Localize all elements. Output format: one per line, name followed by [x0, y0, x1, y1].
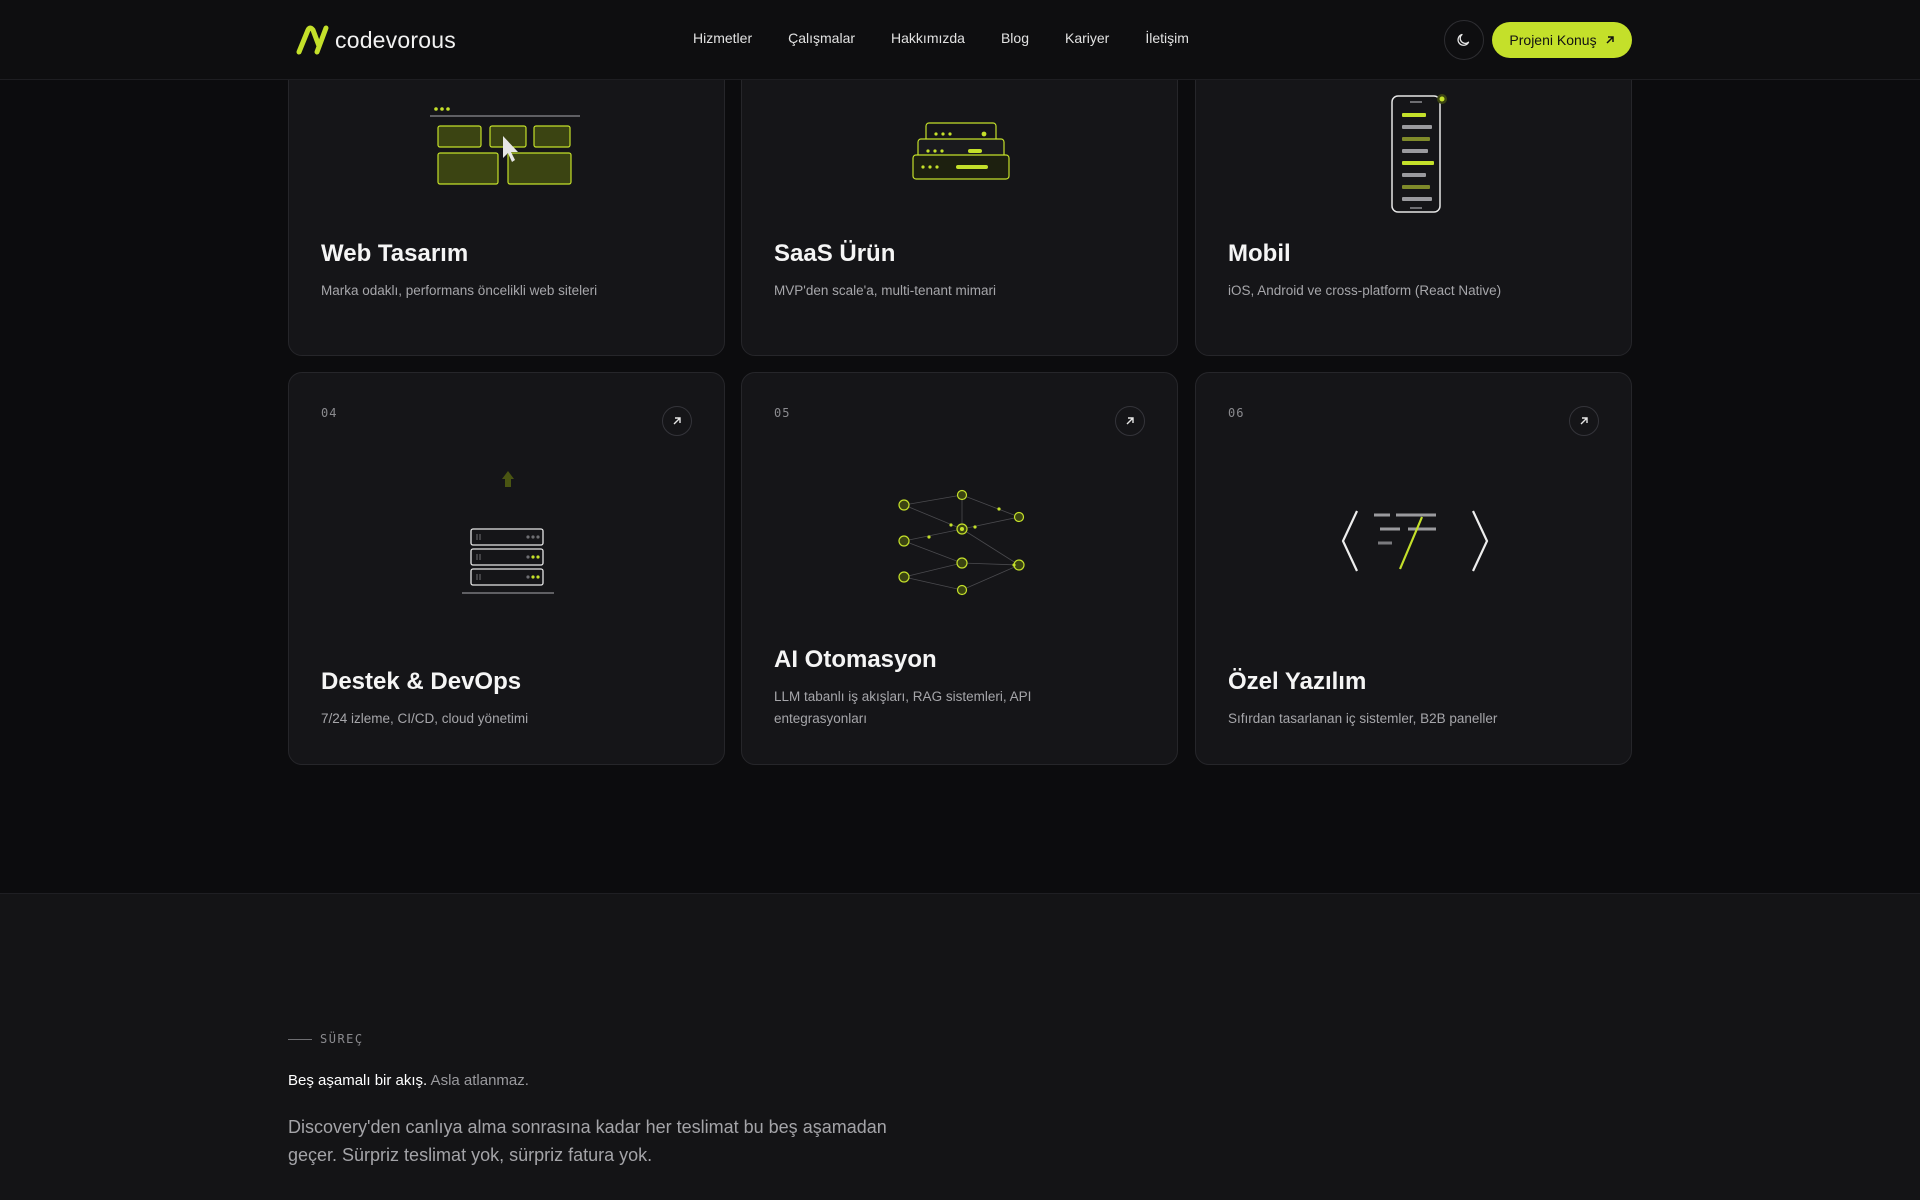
eyebrow-label: SÜREÇ [320, 1032, 364, 1046]
nav-item-blog[interactable]: Blog [1001, 30, 1029, 46]
nav-item-kariyer[interactable]: Kariyer [1065, 30, 1109, 46]
web-layout-illustration [289, 106, 724, 206]
server-stack-illustration [289, 469, 724, 599]
service-number: 04 [321, 406, 338, 420]
headline-soft: Asla atlanmaz. [427, 1072, 529, 1089]
service-desc: Sıfırdan tasarlanan iç sistemler, B2B pa… [1228, 711, 1498, 726]
service-card-ai[interactable]: 05 AI Otomasyon LLM tabanlı iş akışları,… [741, 372, 1178, 765]
neural-network-illustration [742, 487, 1177, 597]
service-desc: iOS, Android ve cross-platform (React Na… [1228, 283, 1502, 298]
eyebrow-line [288, 1038, 312, 1040]
service-title: Web Tasarım [321, 240, 469, 267]
main-nav: Hizmetler Çalışmalar Hakkımızda Blog Kar… [693, 30, 1225, 46]
service-desc: 7/24 izleme, CI/CD, cloud yönetimi [321, 711, 529, 726]
process-section: SÜREÇ Beş aşamalı bir akış. Asla atlanma… [0, 893, 1920, 1200]
service-card-custom[interactable]: 06 Özel Yazılım Sıfırdan tasarlanan iç s… [1195, 372, 1632, 765]
service-desc: Marka odaklı, performans öncelikli web s… [321, 283, 598, 298]
nav-item-hakkimizda[interactable]: Hakkımızda [891, 30, 965, 46]
nav-item-iletisim[interactable]: İletişim [1145, 30, 1189, 46]
site-header: codevorous Hizmetler Çalışmalar Hakkımız… [0, 0, 1920, 80]
nav-item-calismalar[interactable]: Çalışmalar [788, 30, 855, 46]
services-section: Web Tasarım Marka odaklı, performans önc… [0, 0, 1920, 893]
codevorous-logo-icon [296, 25, 329, 55]
arrow-up-right-icon [1606, 36, 1614, 44]
nav-item-hizmetler[interactable]: Hizmetler [693, 30, 752, 46]
service-card-devops[interactable]: 04 Destek & DevOps 7/24 izleme, CI/CD, c… [288, 372, 725, 765]
service-title: Mobil [1228, 240, 1291, 267]
process-headline: Beş aşamalı bir akış. Asla atlanmaz. [288, 1072, 529, 1089]
arrow-up-right-icon [673, 417, 681, 425]
brand-name: codevorous [335, 26, 456, 53]
service-title: AI Otomasyon [774, 646, 937, 673]
service-desc: MVP'den scale'a, multi-tenant mimari [774, 283, 996, 298]
moon-icon [1457, 33, 1470, 46]
stacked-layers-illustration [742, 121, 1177, 191]
service-number: 05 [774, 406, 791, 420]
code-brackets-illustration [1196, 509, 1631, 575]
headline-strong: Beş aşamalı bir akış. [288, 1072, 428, 1089]
cta-label: Projeni Konuş [1509, 32, 1597, 48]
service-title: SaaS Ürün [774, 240, 896, 267]
service-open-button[interactable] [1115, 406, 1145, 436]
brand-logo[interactable]: codevorous [295, 24, 456, 56]
service-title: Özel Yazılım [1228, 668, 1367, 695]
arrow-up-right-icon [1126, 417, 1134, 425]
service-title: Destek & DevOps [321, 668, 522, 695]
service-open-button[interactable] [1569, 406, 1599, 436]
theme-toggle-button[interactable] [1444, 20, 1484, 60]
service-number: 06 [1228, 406, 1245, 420]
arrow-up-right-icon [1580, 417, 1588, 425]
service-desc: LLM tabanlı iş akışları, RAG sistemleri,… [774, 689, 1032, 726]
phone-illustration [1196, 93, 1631, 217]
section-eyebrow: SÜREÇ [288, 1032, 364, 1046]
service-open-button[interactable] [662, 406, 692, 436]
project-cta-button[interactable]: Projeni Konuş [1492, 22, 1632, 58]
process-lead: Discovery'den canlıya alma sonrasına kad… [288, 1117, 887, 1165]
